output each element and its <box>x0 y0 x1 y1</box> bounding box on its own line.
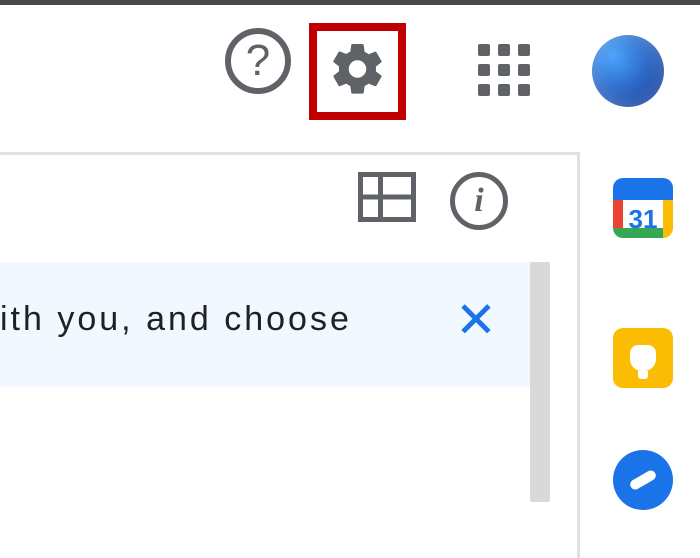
calendar-day-label: 31 <box>613 200 673 238</box>
settings-button[interactable] <box>328 39 388 104</box>
list-view-icon <box>358 172 416 222</box>
help-glyph: ? <box>246 36 270 86</box>
details-info-button[interactable]: i <box>450 172 508 230</box>
view-toggle-button[interactable] <box>358 172 416 222</box>
tasks-sidebar-button[interactable] <box>613 450 673 510</box>
account-avatar[interactable] <box>592 35 664 107</box>
divider-vertical <box>577 152 580 558</box>
keep-bulb-icon <box>630 345 656 371</box>
calendar-sidebar-button[interactable]: 31 <box>613 178 673 238</box>
help-icon: ? <box>225 28 291 94</box>
divider-horizontal <box>0 152 580 155</box>
keep-sidebar-button[interactable] <box>613 328 673 388</box>
banner-text: ith you, and choose <box>0 300 352 339</box>
info-icon: i <box>450 172 508 230</box>
gear-icon <box>328 39 388 99</box>
apps-grid-icon <box>478 44 530 96</box>
scrollbar[interactable] <box>530 262 550 502</box>
avatar-icon <box>592 35 664 107</box>
banner-close-button[interactable]: ✕ <box>455 300 497 340</box>
settings-highlight <box>309 23 406 120</box>
apps-launcher-button[interactable] <box>478 44 530 96</box>
calendar-icon-top <box>613 178 673 200</box>
window-chrome-top <box>0 0 700 5</box>
tasks-check-icon <box>628 469 657 492</box>
close-icon: ✕ <box>455 292 497 348</box>
help-button[interactable]: ? <box>225 28 291 94</box>
info-glyph: i <box>474 182 483 220</box>
